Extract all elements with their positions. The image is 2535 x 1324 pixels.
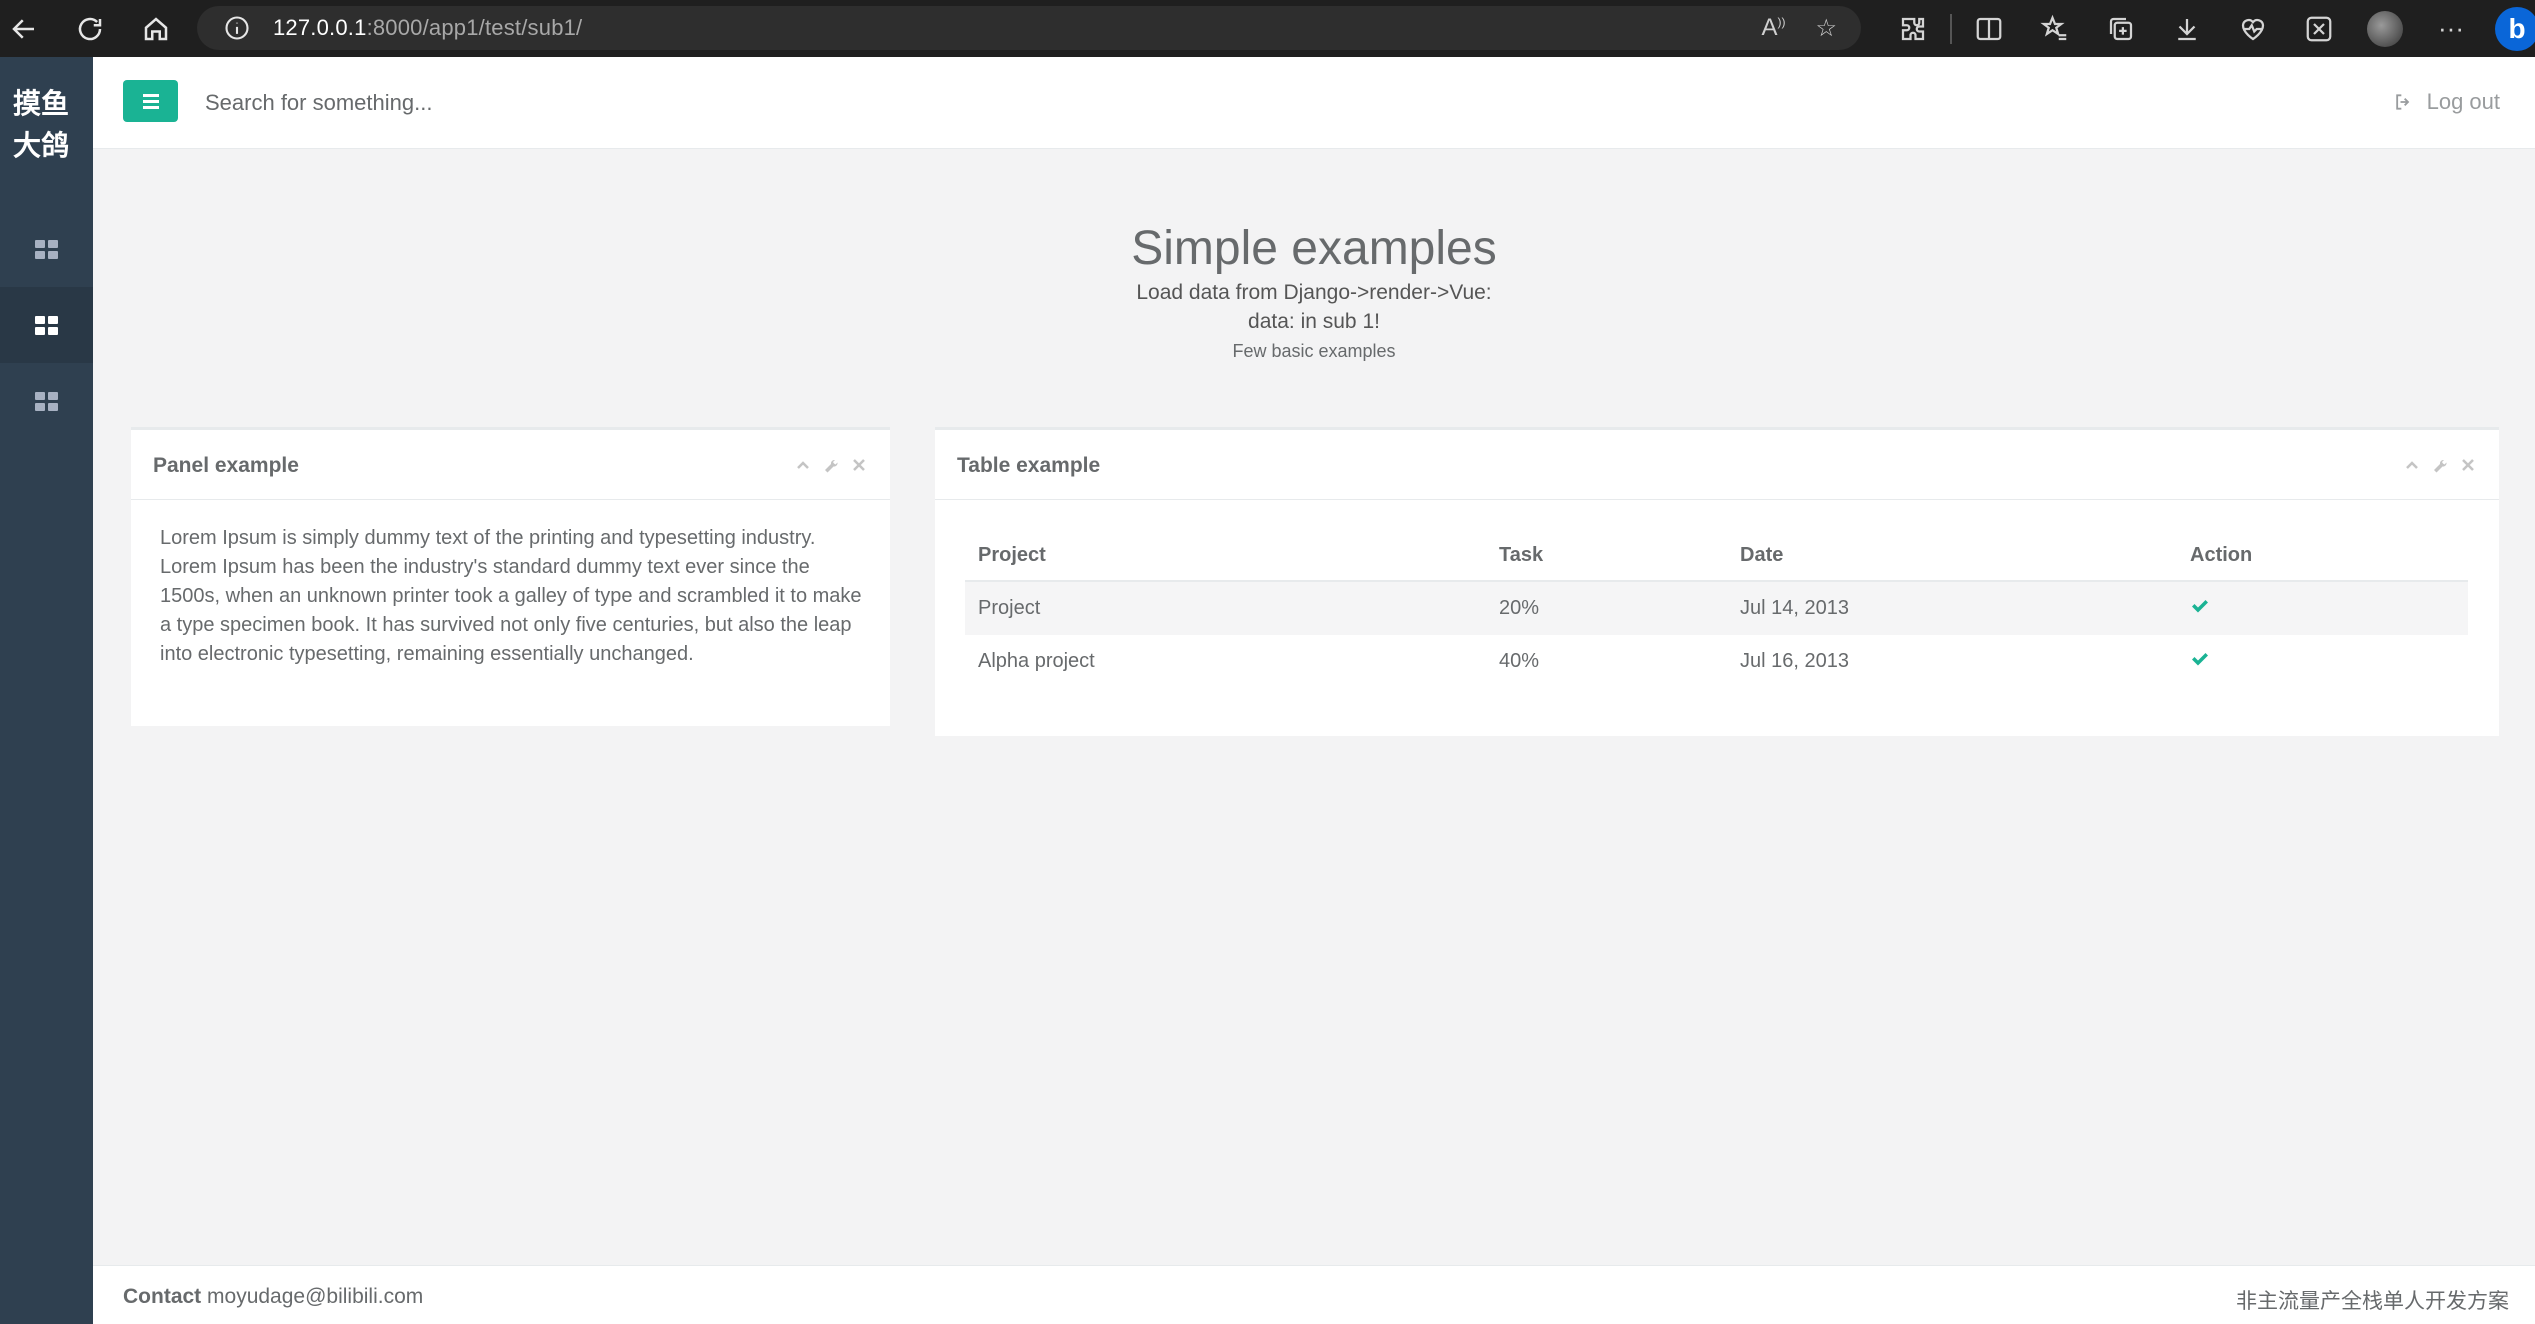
menu-toggle-button[interactable] <box>123 80 178 122</box>
avatar <box>2367 10 2403 47</box>
panel-title: Panel example <box>153 454 299 477</box>
brand-line-1: 摸鱼 <box>13 87 70 120</box>
url-host: 127.0.0.1 <box>273 15 367 40</box>
brand-line-2: 大鸽 <box>13 129 70 162</box>
math-solver-icon[interactable] <box>2286 0 2352 57</box>
more-options-icon[interactable]: ··· <box>2418 0 2484 57</box>
column-header-task[interactable]: Task <box>1486 530 1727 582</box>
table-row: Alpha project 40% Jul 16, 2013 <box>965 635 2468 688</box>
dashboard-grid-icon <box>35 315 58 335</box>
table-panel-tools <box>2403 456 2477 474</box>
cell-date: Jul 16, 2013 <box>1740 650 1849 672</box>
profile-avatar[interactable] <box>2352 0 2418 57</box>
cell-date: Jul 14, 2013 <box>1727 580 2177 635</box>
check-icon[interactable] <box>2190 652 2210 674</box>
top-navbar: Log out <box>93 57 2535 149</box>
sign-out-icon <box>2395 94 2409 110</box>
table-header-row: Project Task Date Action <box>965 530 2468 582</box>
sidebar-item-1[interactable] <box>0 211 93 287</box>
table-example-panel: Table example Project Task Date Action P… <box>935 427 2499 736</box>
reload-icon <box>78 17 102 40</box>
close-icon[interactable] <box>2459 456 2477 474</box>
page-heading: Simple examples Load data from Django->r… <box>93 220 2535 366</box>
page-subtitle-line-1: Load data from Django->render->Vue: <box>1136 281 1492 304</box>
url-path: :8000/app1/test/sub1/ <box>366 15 583 40</box>
cell-project: Project <box>965 580 1486 635</box>
browser-toolbar: 127.0.0.1:8000/app1/test/sub1/ A)) ☆ ···… <box>0 0 2535 57</box>
downloads-icon[interactable] <box>2154 0 2220 57</box>
home-button[interactable] <box>134 7 178 51</box>
split-screen-icon[interactable] <box>1956 0 2022 57</box>
read-aloud-icon[interactable]: A)) <box>1761 14 1785 42</box>
close-icon[interactable] <box>850 456 868 474</box>
table-row: Project 20% Jul 14, 2013 <box>965 580 2468 635</box>
page-subtitle-line-2: data: in sub 1! <box>1248 310 1380 333</box>
bing-icon: b <box>2495 6 2535 51</box>
favorite-star-icon[interactable]: ☆ <box>1815 14 1837 43</box>
panel-body: Lorem Ipsum is simply dummy text of the … <box>131 500 890 669</box>
footer: Contact moyudage@bilibili.com 非主流量产全栈单人开… <box>93 1265 2535 1324</box>
hamburger-icon <box>142 93 159 97</box>
cell-task: 20% <box>1486 580 1727 635</box>
collapse-chevron-up-icon[interactable] <box>794 456 812 474</box>
search-input[interactable] <box>203 79 907 127</box>
toolbar-divider <box>1950 13 1952 44</box>
wrench-icon[interactable] <box>2431 456 2449 474</box>
panel-example: Panel example Lorem Ipsum is simply dumm… <box>131 427 890 726</box>
dashboard-grid-icon <box>35 391 58 411</box>
projects-table: Project Task Date Action Project 20% Jul… <box>965 530 2468 688</box>
reload-button[interactable] <box>68 7 112 51</box>
column-header-project[interactable]: Project <box>965 530 1486 582</box>
collapse-chevron-up-icon[interactable] <box>2403 456 2421 474</box>
table-panel-title: Table example <box>957 454 1101 477</box>
extensions-icon[interactable] <box>1880 0 1946 57</box>
contact-email[interactable]: moyudage@bilibili.com <box>207 1285 423 1308</box>
bing-copilot-button[interactable]: b <box>2484 0 2535 57</box>
sidebar: 摸鱼 大鸽 <box>0 57 93 1324</box>
browser-essentials-icon[interactable] <box>2220 0 2286 57</box>
back-arrow-icon <box>12 18 34 39</box>
page-title: Simple examples <box>1131 222 1497 275</box>
address-bar[interactable]: 127.0.0.1:8000/app1/test/sub1/ A)) ☆ <box>197 6 1861 50</box>
site-info-icon[interactable] <box>223 14 251 42</box>
table-panel-header: Table example <box>935 430 2499 500</box>
logout-link[interactable]: Log out <box>2393 85 2500 119</box>
cell-action <box>2177 635 2468 688</box>
sidebar-item-2[interactable] <box>0 287 93 363</box>
logout-label: Log out <box>2426 89 2500 114</box>
url-text[interactable]: 127.0.0.1:8000/app1/test/sub1/ <box>273 15 582 41</box>
favorites-icon[interactable] <box>2022 0 2088 57</box>
footer-contact: Contact moyudage@bilibili.com <box>123 1285 423 1309</box>
page-subtitle-small: Few basic examples <box>1232 341 1396 361</box>
footer-tagline: 非主流量产全栈单人开发方案 <box>2236 1289 2509 1313</box>
brand-logo[interactable]: 摸鱼 大鸽 <box>0 83 93 167</box>
column-header-action[interactable]: Action <box>2177 530 2468 582</box>
contact-label: Contact <box>123 1285 202 1308</box>
dashboard-grid-icon <box>35 239 58 259</box>
panel-text: Lorem Ipsum is simply dummy text of the … <box>160 527 862 665</box>
panel-header: Panel example <box>131 430 890 500</box>
cell-action <box>2177 580 2468 635</box>
cell-project: Alpha project <box>978 650 1095 672</box>
column-header-date[interactable]: Date <box>1727 530 2177 582</box>
collections-icon[interactable] <box>2088 0 2154 57</box>
check-icon[interactable] <box>2190 599 2210 621</box>
sidebar-item-3[interactable] <box>0 363 93 439</box>
back-button[interactable] <box>2 7 46 51</box>
cell-task: 40% <box>1499 650 1540 672</box>
wrench-icon[interactable] <box>822 456 840 474</box>
home-icon <box>144 16 168 40</box>
panel-tools <box>794 456 868 474</box>
